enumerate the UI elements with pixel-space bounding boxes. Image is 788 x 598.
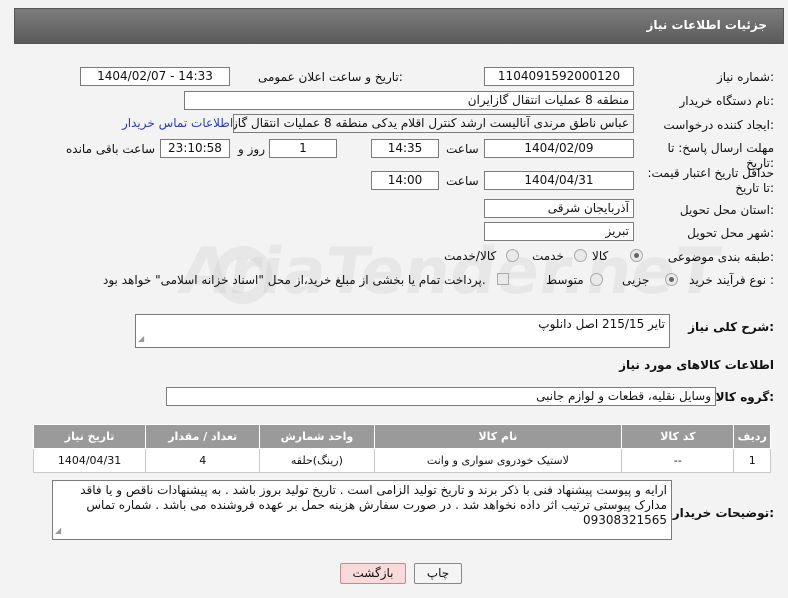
- cell-item-code: --: [621, 448, 735, 473]
- announce-datetime-label: تاریخ و ساعت اعلان عمومی:: [258, 70, 403, 84]
- city-field: تبریز: [484, 222, 634, 241]
- validity-date-field: 1404/04/31: [484, 171, 634, 190]
- validity-time-field: 14:00: [371, 171, 439, 190]
- days-label: روز و: [238, 142, 265, 156]
- back-button[interactable]: بازگشت: [340, 563, 406, 584]
- cell-unit: (رینگ)حلقه: [259, 448, 375, 473]
- purchase-process-label: نوع فرآیند خرید :: [689, 273, 774, 287]
- need-number-label: شماره نیاز:: [716, 70, 774, 84]
- resize-handle-icon[interactable]: ◢: [55, 523, 61, 538]
- category-radio-service[interactable]: [574, 249, 587, 262]
- process-option-minor: جزیی: [622, 273, 650, 287]
- price-validity-label: حداقل تاریخ اعتبار قیمت: تا تاریخ:: [647, 166, 774, 195]
- buyer-notes-text: ارایه و پیوست پیشنهاد فنی با ذکر برند و …: [80, 483, 667, 527]
- delivery-city-label: شهر محل تحویل:: [687, 226, 774, 240]
- items-table-header: ردیف کد کالا نام کالا واحد شمارش تعداد /…: [32, 424, 771, 449]
- announce-datetime-field: 1404/02/07 - 14:33: [80, 67, 230, 86]
- panel-header: جزئیات اطلاعات نیاز: [14, 8, 784, 44]
- buyer-org-field: منطقه 8 عملیات انتقال گازایران: [184, 91, 634, 110]
- reply-time-field: 14:35: [371, 139, 439, 158]
- province-field: آذربایجان شرقی: [484, 199, 634, 218]
- col-need-date: تاریخ نیاز: [32, 424, 147, 449]
- items-table-wrapper: ردیف کد کالا نام کالا واحد شمارش تعداد /…: [32, 424, 771, 473]
- process-radio-minor[interactable]: [665, 273, 678, 286]
- goods-group-label: گروه کالا:: [715, 390, 774, 404]
- col-quantity: تعداد / مقدار: [145, 424, 261, 449]
- process-option-medium: متوسط: [546, 273, 584, 287]
- items-table: ردیف کد کالا نام کالا واحد شمارش تعداد /…: [32, 424, 771, 473]
- col-row-number: ردیف: [733, 424, 771, 449]
- reply-date-field: 1404/02/09: [484, 139, 634, 158]
- col-item-name: نام کالا: [373, 424, 623, 449]
- requester-label: ایجاد کننده درخواست:: [663, 118, 774, 132]
- buyer-org-label: نام دستگاه خریدار:: [679, 94, 775, 108]
- delivery-province-label: استان محل تحویل:: [679, 203, 774, 217]
- buyer-notes-field: ارایه و پیوست پیشنهاد فنی با ذکر برند و …: [52, 480, 672, 540]
- reply-time-label: ساعت: [446, 142, 479, 156]
- goods-group-field: وسایل نقلیه، قطعات و لوازم جانبی: [166, 387, 716, 406]
- goods-info-heading: اطلاعات کالاهای مورد نیاز: [619, 358, 774, 372]
- subject-category-label: طبقه بندی موضوعی:: [667, 250, 774, 264]
- col-item-code: کد کالا: [621, 424, 735, 449]
- col-unit: واحد شمارش: [259, 424, 375, 449]
- process-radio-medium[interactable]: [590, 273, 603, 286]
- buyer-contact-link[interactable]: اطلاعات تماس خریدار: [122, 116, 233, 130]
- panel-title: جزئیات اطلاعات نیاز: [646, 18, 767, 32]
- print-button[interactable]: چاپ: [414, 563, 462, 584]
- category-radio-goods[interactable]: [630, 249, 643, 262]
- general-description-field: تایر 215/15 اصل دانلوپ ◢: [135, 314, 670, 348]
- general-description-text: تایر 215/15 اصل دانلوپ: [538, 317, 665, 331]
- buyer-notes-label: توضیحات خریدار:: [672, 506, 774, 520]
- validity-time-label: ساعت: [446, 174, 479, 188]
- category-option-goods: کالا: [592, 249, 609, 263]
- requester-field: عباس ناطق مرندی آنالیست ارشد کنترل اقلام…: [233, 114, 634, 133]
- days-field: 1: [269, 139, 337, 158]
- cell-row-number: 1: [733, 448, 771, 473]
- treasury-payment-checkbox[interactable]: [497, 273, 509, 285]
- remaining-time-field: 23:10:58: [160, 139, 230, 158]
- remaining-label: ساعت باقی مانده: [66, 142, 156, 156]
- cell-quantity: 4: [145, 448, 261, 473]
- treasury-payment-note: پرداخت تمام یا بخشی از مبلغ خرید،از محل …: [103, 273, 486, 287]
- general-description-label: شرح کلی نیاز:: [688, 320, 774, 334]
- need-number-field: 1104091592000120: [484, 67, 634, 86]
- category-option-goods-service: کالا/خدمت: [444, 249, 497, 263]
- cell-need-date: 1404/04/31: [32, 448, 147, 473]
- category-option-service: خدمت: [532, 249, 564, 263]
- category-radio-goods-service[interactable]: [506, 249, 519, 262]
- resize-handle-icon[interactable]: ◢: [138, 331, 144, 346]
- cell-item-name: لاستیک خودروی سواری و وانت: [373, 448, 623, 473]
- table-row: 1 -- لاستیک خودروی سواری و وانت (رینگ)حل…: [32, 448, 771, 473]
